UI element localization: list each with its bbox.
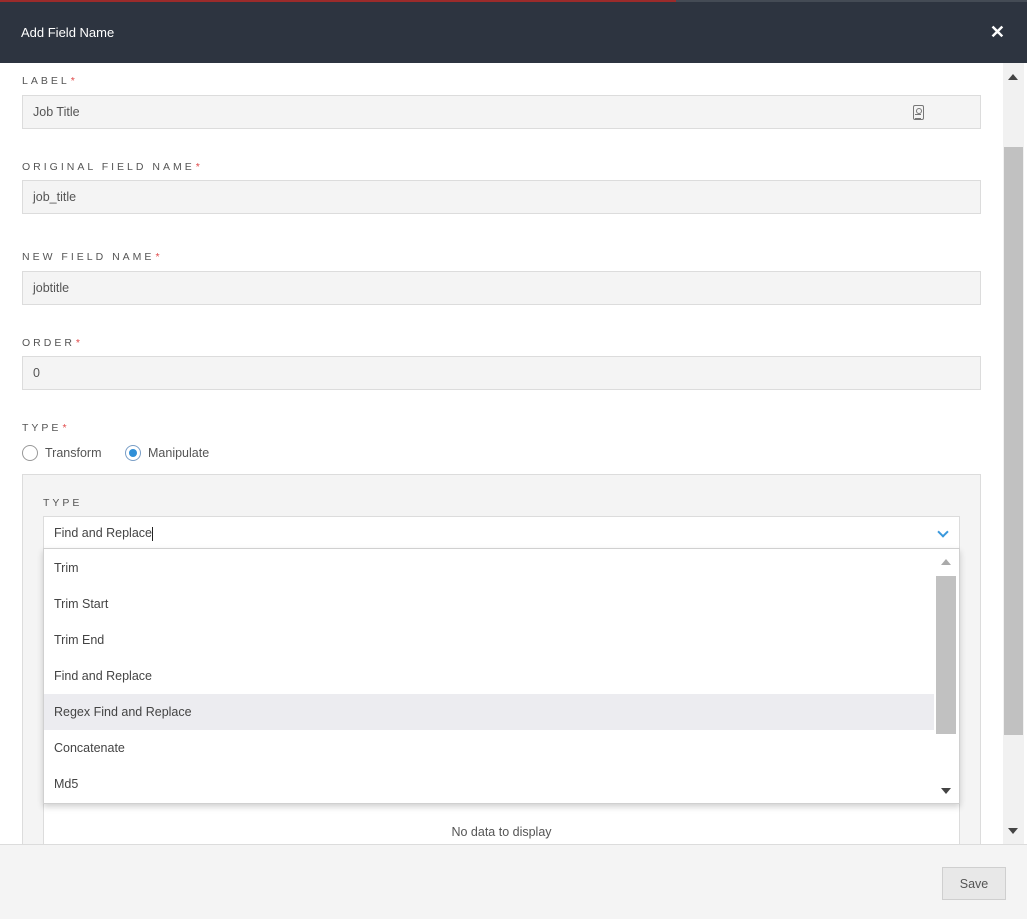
text-cursor xyxy=(151,526,153,541)
dropdown-scrollbar[interactable] xyxy=(934,549,959,803)
label-field-label: LABEL* xyxy=(22,75,75,87)
required-mark: * xyxy=(75,337,81,349)
dropdown-option-md5[interactable]: Md5 xyxy=(44,766,934,802)
manipulate-type-select[interactable]: Find and Replace xyxy=(43,516,960,550)
manipulate-type-label: TYPE xyxy=(43,497,83,509)
dropdown-option-concatenate[interactable]: Concatenate xyxy=(44,730,934,766)
select-value: Find and Replace xyxy=(54,526,152,540)
scroll-down-arrow-icon[interactable] xyxy=(1008,828,1018,834)
radio-label: Manipulate xyxy=(148,446,210,460)
required-mark: * xyxy=(62,422,67,434)
dropdown-option-trim-end[interactable]: Trim End xyxy=(44,622,934,658)
modal-footer: Save xyxy=(0,844,1027,919)
radio-circle[interactable] xyxy=(125,445,141,461)
order-label: ORDER* xyxy=(22,337,81,349)
label-input[interactable]: Job Title xyxy=(22,95,981,129)
modal-title: Add Field Name xyxy=(21,25,115,40)
dropdown-option-trim-start[interactable]: Trim Start xyxy=(44,586,934,622)
chevron-down-icon[interactable] xyxy=(938,528,947,537)
order-input[interactable]: 0 xyxy=(22,356,981,390)
required-mark: * xyxy=(70,75,75,87)
dropdown-option-trim[interactable]: Trim xyxy=(44,550,934,586)
radio-label: Transform xyxy=(45,446,102,460)
original-field-name-label: ORIGINAL FIELD NAME* xyxy=(22,161,200,173)
radio-transform[interactable]: Transform xyxy=(22,445,102,461)
scrollbar-thumb[interactable] xyxy=(1004,147,1023,735)
grid-empty-message: No data to display xyxy=(451,825,552,839)
scrollbar-thumb[interactable] xyxy=(936,576,956,734)
radio-manipulate[interactable]: Manipulate xyxy=(125,445,209,461)
radio-circle[interactable] xyxy=(22,445,38,461)
type-label: TYPE* xyxy=(22,422,67,434)
required-mark: * xyxy=(195,161,200,173)
new-field-name-input[interactable]: jobtitle xyxy=(22,271,981,305)
modal-header: Add Field Name ✕ xyxy=(0,2,1027,63)
add-field-name-modal: Add Field Name ✕ LABEL* Job Title ORIGIN… xyxy=(0,2,1027,919)
modal-scrollbar[interactable] xyxy=(1003,63,1024,844)
required-mark: * xyxy=(155,251,160,263)
scroll-down-arrow-icon[interactable] xyxy=(941,788,951,794)
new-field-name-label: NEW FIELD NAME* xyxy=(22,251,160,263)
scroll-up-arrow-icon[interactable] xyxy=(1008,74,1018,80)
dropdown-option-regex-find-and-replace[interactable]: Regex Find and Replace xyxy=(44,694,934,730)
contact-card-icon[interactable] xyxy=(913,105,924,120)
manipulate-type-dropdown: Trim Trim Start Trim End Find and Replac… xyxy=(43,548,960,804)
save-button[interactable]: Save xyxy=(942,867,1006,900)
close-icon[interactable]: ✕ xyxy=(990,21,1005,43)
dropdown-option-find-and-replace[interactable]: Find and Replace xyxy=(44,658,934,694)
scroll-up-arrow-icon[interactable] xyxy=(941,559,951,565)
original-field-name-input[interactable]: job_title xyxy=(22,180,981,214)
